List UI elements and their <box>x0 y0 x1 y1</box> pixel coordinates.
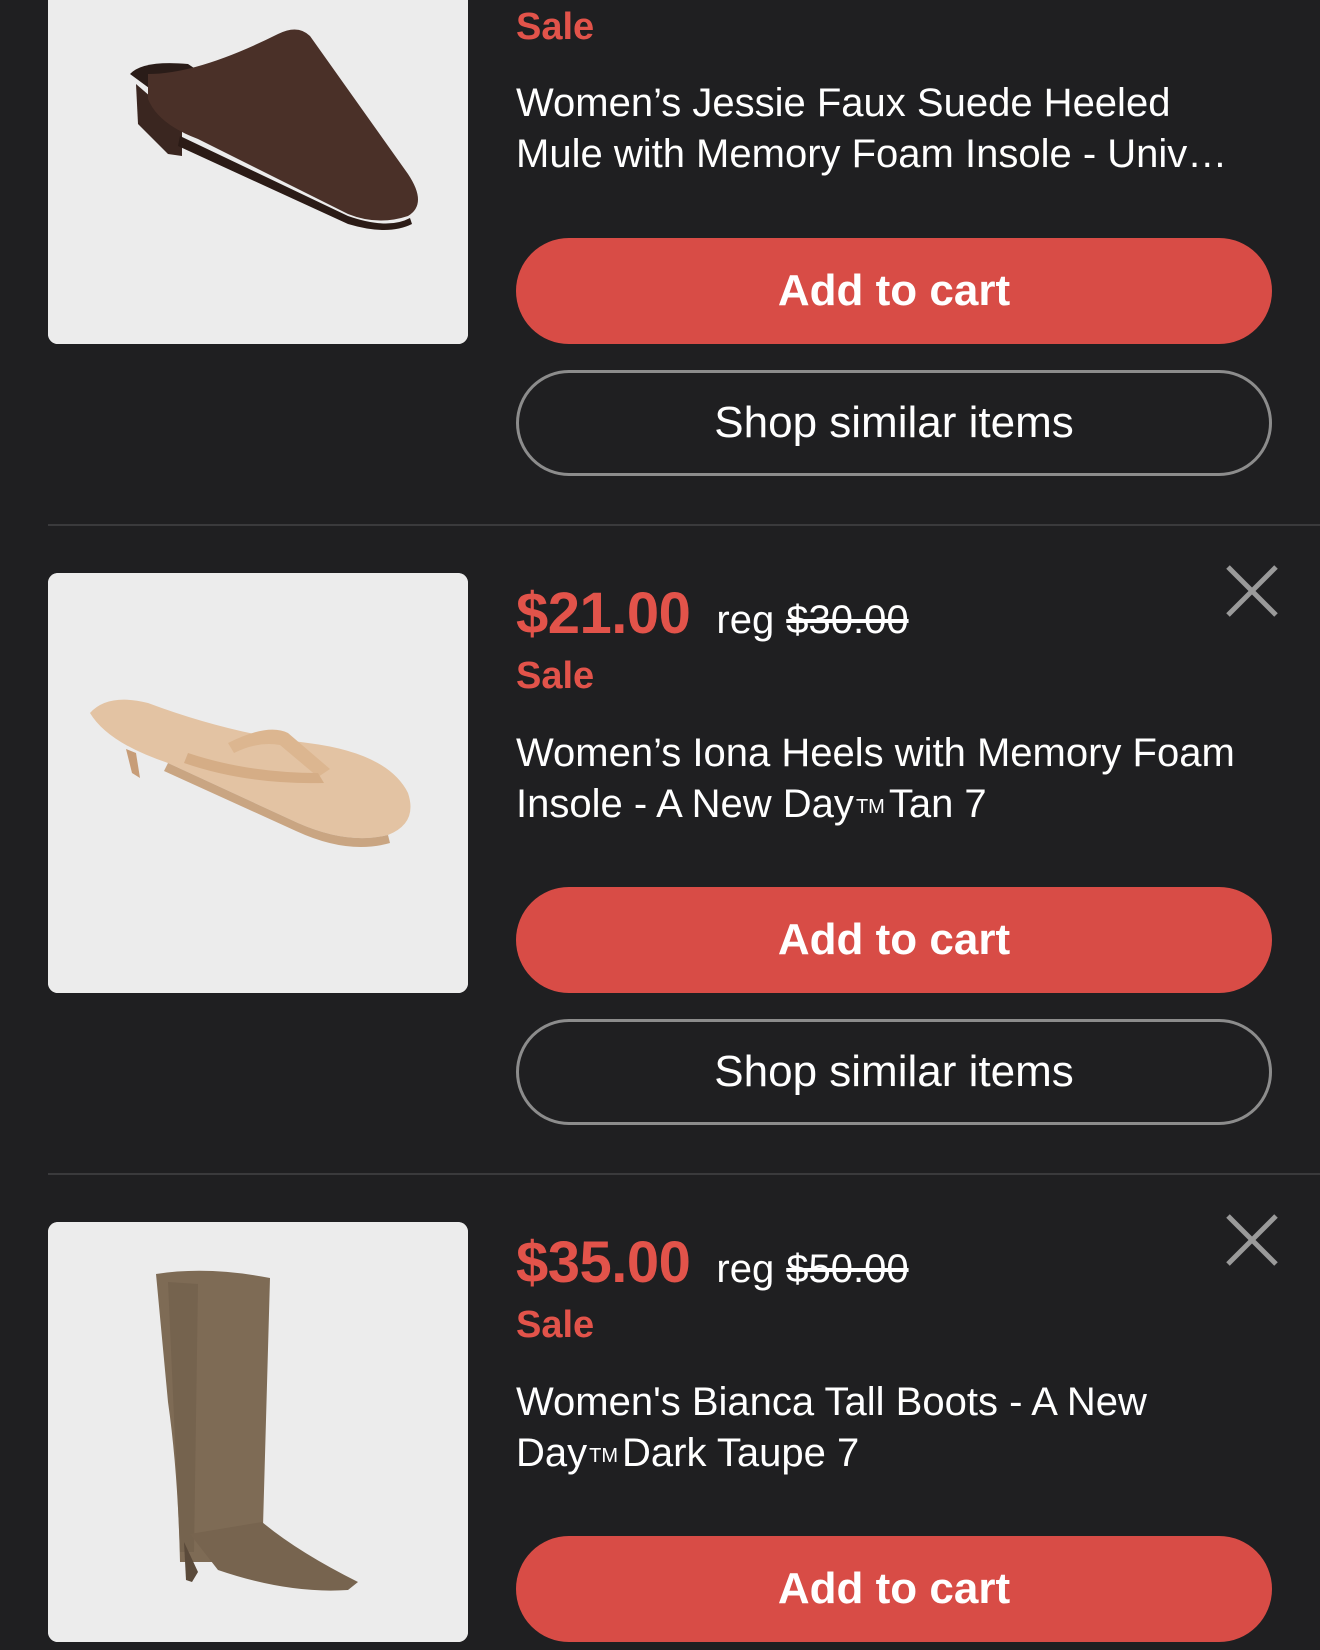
regular-price-label: reg <box>716 598 775 642</box>
add-to-cart-button[interactable]: Add to cart <box>516 1536 1272 1642</box>
product-title-text: Tan 7 <box>888 782 987 826</box>
product-title-text: Day <box>516 1431 588 1475</box>
sale-label: Sale <box>516 655 595 697</box>
remove-item-button[interactable] <box>1224 1212 1280 1268</box>
sale-price: $35.00 <box>516 1230 691 1295</box>
close-icon <box>1226 1214 1278 1266</box>
add-to-cart-button[interactable]: Add to cart <box>516 238 1272 344</box>
brown-mule-shoe-icon <box>48 0 468 344</box>
regular-price: $30.00 <box>786 598 909 642</box>
product-title-line: Insole - A New Day TM Tan 7 <box>516 779 1276 833</box>
item-divider <box>48 524 1320 526</box>
sale-label: Sale <box>516 1304 595 1346</box>
tan-thong-heel-sandal-icon <box>48 573 468 993</box>
close-icon <box>1226 565 1278 617</box>
price-row: $35.00 reg $50.00 <box>516 1229 909 1296</box>
product-title[interactable]: Women’s Jessie Faux Suede Heeled Mule wi… <box>516 78 1276 180</box>
taupe-tall-boot-icon <box>48 1222 468 1642</box>
product-title-line: Women’s Jessie Faux Suede Heeled <box>516 81 1171 125</box>
product-image-sandal[interactable] <box>48 573 468 993</box>
sale-label: Sale <box>516 6 595 48</box>
remove-item-button[interactable] <box>1224 563 1280 619</box>
regular-price: $50.00 <box>786 1247 909 1291</box>
product-image-boot[interactable] <box>48 1222 468 1642</box>
product-image-mule[interactable] <box>48 0 468 344</box>
product-title-text: Insole - A New Day <box>516 782 854 826</box>
product-title-line: Day TM Dark Taupe 7 <box>516 1428 1276 1482</box>
shop-similar-items-button[interactable]: Shop similar items <box>516 370 1272 476</box>
product-title-line: Mule with Memory Foam Insole - Univ… <box>516 132 1228 176</box>
sale-price: $21.00 <box>516 581 691 646</box>
product-title-line: Women's Bianca Tall Boots - A New <box>516 1380 1147 1424</box>
trademark-mark: TM <box>589 1445 619 1467</box>
product-title[interactable]: Women's Bianca Tall Boots - A New Day TM D… <box>516 1377 1276 1482</box>
product-title-text: Dark Taupe 7 <box>622 1431 860 1475</box>
price-row: $21.00 reg $30.00 <box>516 580 909 647</box>
shop-similar-items-button[interactable]: Shop similar items <box>516 1019 1272 1125</box>
add-to-cart-button[interactable]: Add to cart <box>516 887 1272 993</box>
item-divider <box>48 1173 1320 1175</box>
product-title-line: Women’s Iona Heels with Memory Foam <box>516 731 1235 775</box>
regular-price-label: reg <box>716 1247 775 1291</box>
trademark-mark: TM <box>855 796 885 818</box>
product-title[interactable]: Women’s Iona Heels with Memory Foam Inso… <box>516 728 1276 833</box>
